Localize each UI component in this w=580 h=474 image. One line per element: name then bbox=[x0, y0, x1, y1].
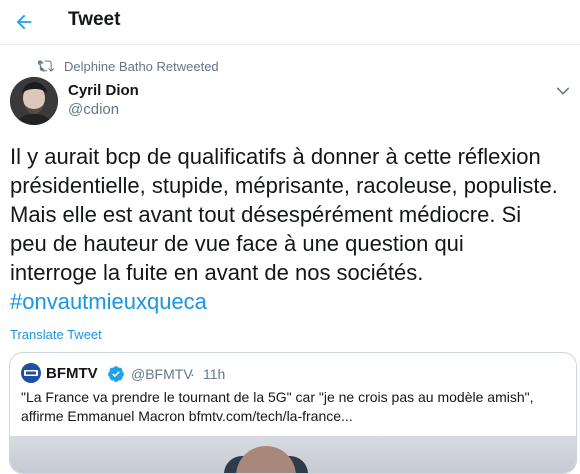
quote-media-image[interactable] bbox=[10, 436, 576, 473]
tweet-line: interroge la fuite en avant de nos socié… bbox=[10, 260, 424, 285]
page-title: Tweet bbox=[68, 9, 121, 30]
tweet-line: peu de hauteur de vue face à une questio… bbox=[10, 231, 464, 256]
quote-author-handle: @BFMTV bbox=[131, 366, 193, 382]
separator-dot: · bbox=[190, 366, 195, 382]
author-photo bbox=[10, 77, 58, 125]
author-name[interactable]: Cyril Dion bbox=[68, 82, 139, 99]
quote-text-line: affirme Emmanuel Macron bfmtv.com/tech/l… bbox=[21, 408, 353, 424]
retweet-context: Delphine Batho Retweeted bbox=[38, 58, 219, 74]
arrow-left-icon bbox=[16, 14, 32, 30]
back-button[interactable] bbox=[6, 4, 42, 40]
tweet-line: Il y aurait bcp de qualificatifs à donne… bbox=[10, 144, 541, 169]
author-handle[interactable]: @cdion bbox=[68, 101, 119, 118]
hashtag-link[interactable]: #onvautmieuxqueca bbox=[10, 287, 576, 316]
translate-tweet-link[interactable]: Translate Tweet bbox=[10, 327, 102, 342]
quote-timestamp[interactable]: 11h bbox=[203, 366, 225, 382]
image-figure-head bbox=[236, 446, 296, 473]
more-options-button[interactable] bbox=[552, 80, 574, 102]
avatar[interactable] bbox=[10, 77, 58, 125]
verified-badge-icon bbox=[108, 366, 124, 382]
tweet-line: Mais elle est avant tout désespérément m… bbox=[10, 202, 522, 227]
tweet-line: présidentielle, stupide, méprisante, rac… bbox=[10, 173, 558, 198]
quote-avatar bbox=[21, 363, 41, 383]
retweet-label[interactable]: Delphine Batho Retweeted bbox=[64, 59, 219, 74]
chevron-down-icon bbox=[556, 87, 570, 95]
retweet-icon bbox=[38, 60, 54, 72]
quote-text-line: "La France va prendre le tournant de la … bbox=[21, 389, 534, 405]
quoted-tweet[interactable]: BFMTV @BFMTV · 11h "La France va prendre… bbox=[9, 352, 577, 474]
quote-text: "La France va prendre le tournant de la … bbox=[21, 388, 566, 426]
quote-author-name: BFMTV bbox=[46, 365, 98, 382]
bfmtv-logo-icon bbox=[24, 370, 38, 376]
tweet-text: Il y aurait bcp de qualificatifs à donne… bbox=[10, 142, 576, 316]
page-header: Tweet bbox=[0, 0, 580, 45]
